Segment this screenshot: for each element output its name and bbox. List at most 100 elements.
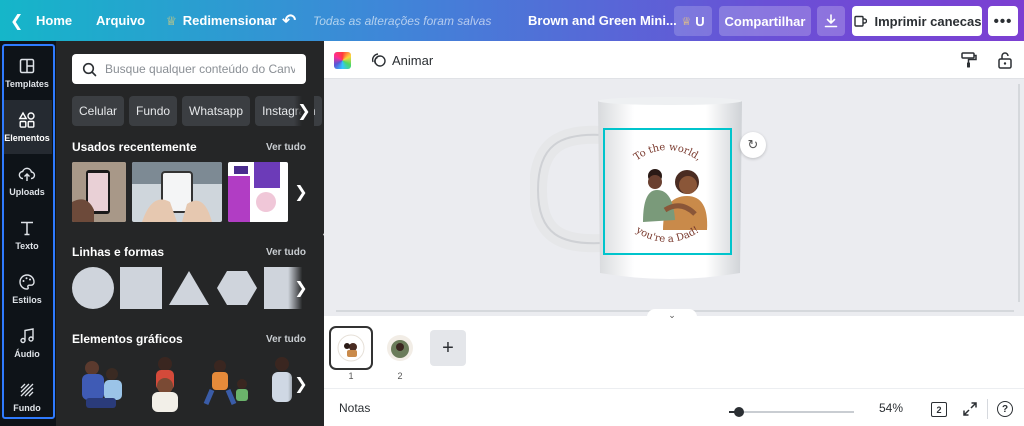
- home-button[interactable]: Home: [36, 0, 72, 41]
- recent-section-header: Usados recentemente Ver tudo: [72, 140, 306, 154]
- more-options-button[interactable]: •••: [988, 6, 1018, 36]
- rail-item-elements[interactable]: Elementos: [2, 100, 52, 154]
- shapes-section-header: Linhas e formas Ver tudo: [72, 245, 306, 259]
- footer-bar: Notas 54% 2 ?: [324, 388, 1024, 426]
- notes-button[interactable]: Notas: [339, 389, 370, 426]
- shapes-next-chevron-icon[interactable]: ❯: [288, 263, 314, 313]
- help-icon[interactable]: ?: [997, 401, 1013, 417]
- recent-section-title: Usados recentemente: [72, 140, 197, 154]
- download-button[interactable]: [817, 6, 845, 36]
- phone-photo-image: [72, 162, 126, 222]
- rail-item-uploads[interactable]: Uploads: [2, 154, 52, 208]
- left-rail: Templates Elementos Uploads Texto Estilo…: [0, 41, 56, 426]
- print-mugs-button[interactable]: Imprimir canecas: [852, 6, 982, 36]
- hands-phone-photo-image: [132, 162, 222, 222]
- undo-icon[interactable]: ↶: [282, 0, 296, 41]
- animate-icon: [371, 53, 386, 67]
- page-thumbnail-2[interactable]: [381, 329, 419, 367]
- zoom-level[interactable]: 54%: [879, 389, 903, 426]
- page-2-preview: [387, 335, 413, 361]
- selection-box: [603, 128, 732, 255]
- paint-roller-icon[interactable]: [960, 51, 978, 69]
- shapes-section-title: Linhas e formas: [72, 245, 165, 259]
- editor-toolbar: Animar: [324, 41, 1024, 79]
- upgrade-label: U: [695, 13, 705, 29]
- page-thumbnail-1[interactable]: [329, 326, 373, 370]
- chips-next-chevron-icon[interactable]: ❯: [294, 96, 314, 126]
- page-count-icon[interactable]: 2: [931, 402, 947, 417]
- shapes-row: [72, 267, 306, 309]
- graphics-next-chevron-icon[interactable]: ❯: [288, 359, 314, 409]
- recent-see-all-link[interactable]: Ver tudo: [266, 142, 306, 153]
- add-page-button[interactable]: +: [430, 330, 466, 366]
- rail-label: Elementos: [4, 133, 50, 143]
- purple-graphic-image: [228, 162, 288, 222]
- upload-icon: [18, 167, 36, 181]
- shapes-see-all-link[interactable]: Ver tudo: [266, 247, 306, 258]
- recent-row: [72, 162, 288, 222]
- unlock-icon[interactable]: [997, 50, 1013, 70]
- fullscreen-icon[interactable]: [962, 401, 978, 417]
- download-icon: [824, 14, 838, 28]
- crown-icon: ♕: [166, 13, 177, 28]
- graphic-dad-kid-playing[interactable]: [198, 354, 258, 414]
- zoom-slider-knob[interactable]: [734, 407, 744, 417]
- rail-label: Uploads: [9, 187, 45, 197]
- page-1-preview: [337, 334, 365, 362]
- animate-button[interactable]: Animar: [370, 41, 433, 79]
- graphics-see-all-link[interactable]: Ver tudo: [266, 334, 306, 345]
- rail-label: Templates: [5, 79, 49, 89]
- recent-thumb-hands-phone[interactable]: [132, 162, 222, 222]
- search-box[interactable]: [72, 54, 306, 84]
- page-number-1: 1: [348, 371, 354, 381]
- rail-label: Estilos: [12, 295, 42, 305]
- graphics-section-header: Elementos gráficos Ver tudo: [72, 332, 306, 346]
- page-number-2: 2: [397, 371, 403, 381]
- document-title[interactable]: Brown and Green Mini...: [528, 0, 677, 41]
- save-status: Todas as alterações foram salvas: [313, 13, 492, 28]
- recent-thumb-phone-hand[interactable]: [72, 162, 126, 222]
- animate-label: Animar: [392, 52, 434, 68]
- rotate-icon[interactable]: ↻: [740, 132, 766, 158]
- recent-next-chevron-icon[interactable]: ❯: [288, 167, 314, 217]
- rail-item-styles[interactable]: Estilos: [2, 262, 52, 316]
- square-shape[interactable]: [120, 267, 162, 309]
- pages-toggle-chevron-icon[interactable]: ⌄: [647, 309, 697, 321]
- rail-item-background[interactable]: Fundo: [2, 370, 52, 424]
- color-picker-icon[interactable]: [334, 52, 351, 69]
- circle-shape[interactable]: [72, 267, 114, 309]
- mug-icon: [853, 15, 867, 27]
- search-input[interactable]: [105, 62, 295, 76]
- zoom-slider-track[interactable]: [729, 411, 854, 413]
- rail-label: Fundo: [13, 403, 41, 413]
- search-icon: [82, 62, 97, 76]
- graphic-dad-child-red[interactable]: [142, 354, 188, 414]
- rail-item-templates[interactable]: Templates: [2, 46, 52, 100]
- upgrade-button[interactable]: ♕ U: [674, 6, 712, 36]
- graphics-section-title: Elementos gráficos: [72, 332, 183, 346]
- elements-panel: Celular Fundo Whatsapp Instagram ❯ Usado…: [56, 41, 324, 426]
- category-chips: Celular Fundo Whatsapp Instagram: [72, 96, 323, 126]
- rail-item-text[interactable]: Texto: [2, 208, 52, 262]
- footer-divider: [987, 399, 988, 419]
- chip-celular[interactable]: Celular: [72, 96, 125, 126]
- graphic-dad-child-blue[interactable]: [72, 354, 132, 414]
- file-menu-button[interactable]: Arquivo: [96, 0, 145, 41]
- rail-item-audio[interactable]: Áudio: [2, 316, 52, 370]
- triangle-shape[interactable]: [168, 267, 210, 309]
- back-chevron-icon[interactable]: ❮: [10, 0, 23, 41]
- graphics-row: [72, 354, 292, 416]
- recent-thumb-purple-graphic[interactable]: [228, 162, 288, 222]
- vertical-scrollbar[interactable]: [1016, 80, 1022, 306]
- resize-button[interactable]: ♕ Redimensionar: [166, 0, 277, 41]
- chip-whatsapp[interactable]: Whatsapp: [182, 96, 251, 126]
- background-icon: [20, 383, 34, 397]
- resize-label: Redimensionar: [182, 13, 277, 28]
- crown-icon: ♕: [681, 15, 692, 28]
- rail-label: Áudio: [14, 349, 40, 359]
- chip-fundo[interactable]: Fundo: [129, 96, 178, 126]
- share-button[interactable]: Compartilhar: [719, 6, 811, 36]
- hexagon-shape[interactable]: [216, 267, 258, 309]
- text-icon: [21, 221, 33, 236]
- plus-icon: +: [442, 336, 454, 359]
